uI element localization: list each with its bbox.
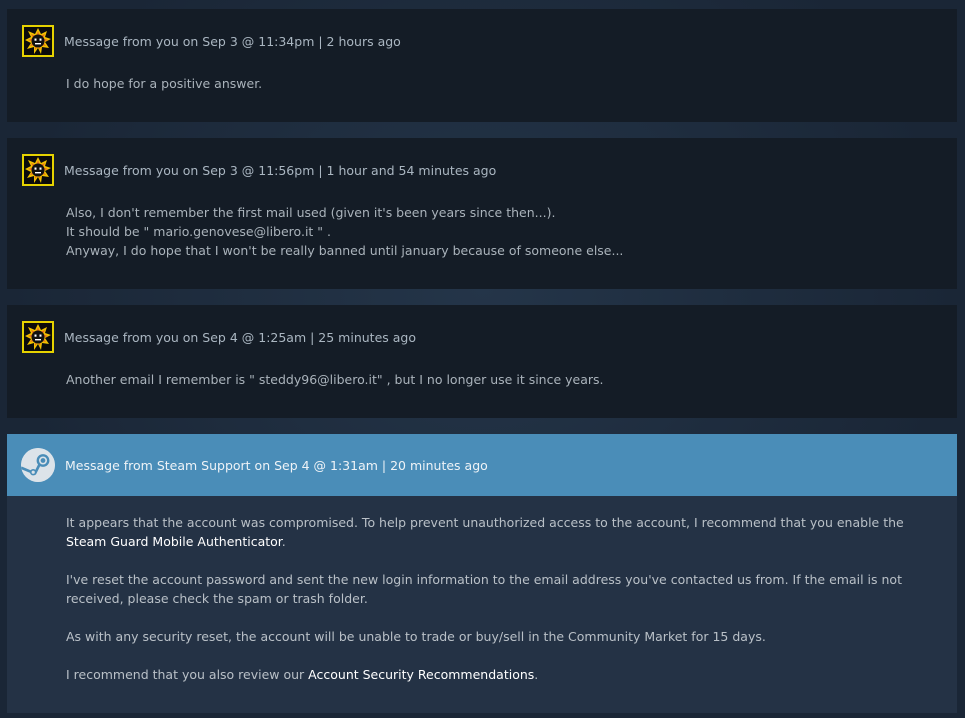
paragraph-end: . — [281, 534, 286, 549]
support-paragraph-3: As with any security reset, the account … — [66, 629, 766, 644]
message-1: Message from you on Sep 3 @ 11:34pm | 2 … — [7, 9, 957, 122]
bomb-face-icon — [25, 324, 51, 350]
message-line: Also, I don't remember the first mail us… — [66, 205, 556, 220]
message-title: Message from Steam Support on Sep 4 @ 1:… — [65, 457, 488, 473]
support-message-body: It appears that the account was compromi… — [7, 496, 957, 700]
paragraph-text: I recommend that you also review our — [66, 667, 309, 682]
avatar-icon[interactable] — [22, 154, 54, 186]
message-line: Anyway, I do hope that I won't be really… — [66, 243, 624, 258]
message-title: Message from you on Sep 3 @ 11:34pm | 2 … — [64, 33, 401, 49]
support-paragraph-1: It appears that the account was compromi… — [66, 513, 929, 551]
steam-logo-icon — [21, 448, 55, 482]
steam-guard-link[interactable]: Steam Guard Mobile Authenticator — [66, 534, 282, 549]
message-title: Message from you on Sep 4 @ 1:25am | 25 … — [64, 329, 416, 345]
message-title: Message from you on Sep 3 @ 11:56pm | 1 … — [64, 162, 497, 178]
message-line: It should be " mario.genovese@libero.it … — [66, 224, 331, 239]
message-body: I do hope for a positive answer. — [7, 73, 957, 93]
account-security-link[interactable]: Account Security Recommendations — [308, 667, 534, 682]
avatar-icon[interactable] — [22, 321, 54, 353]
message-3: Message from you on Sep 4 @ 1:25am | 25 … — [7, 305, 957, 418]
message-line: Another email I remember is " steddy96@l… — [66, 372, 604, 387]
support-paragraph-4: I recommend that you also review our Acc… — [66, 665, 929, 684]
message-2: Message from you on Sep 3 @ 11:56pm | 1 … — [7, 138, 957, 289]
message-header: Message from you on Sep 3 @ 11:56pm | 1 … — [7, 138, 957, 202]
message-line: I do hope for a positive answer. — [66, 76, 263, 91]
avatar-icon[interactable] — [22, 25, 54, 57]
support-message: Message from Steam Support on Sep 4 @ 1:… — [7, 434, 957, 713]
support-paragraph-2: I've reset the account password and sent… — [66, 572, 902, 606]
bomb-face-icon — [25, 28, 51, 54]
support-message-header: Message from Steam Support on Sep 4 @ 1:… — [7, 434, 957, 496]
message-header: Message from you on Sep 4 @ 1:25am | 25 … — [7, 305, 957, 369]
message-header: Message from you on Sep 3 @ 11:34pm | 2 … — [7, 9, 957, 73]
paragraph-text: It appears that the account was compromi… — [66, 515, 904, 530]
message-body: Also, I don't remember the first mail us… — [7, 202, 957, 260]
bomb-face-icon — [25, 157, 51, 183]
message-body: Another email I remember is " steddy96@l… — [7, 369, 957, 389]
paragraph-end: . — [534, 667, 539, 682]
